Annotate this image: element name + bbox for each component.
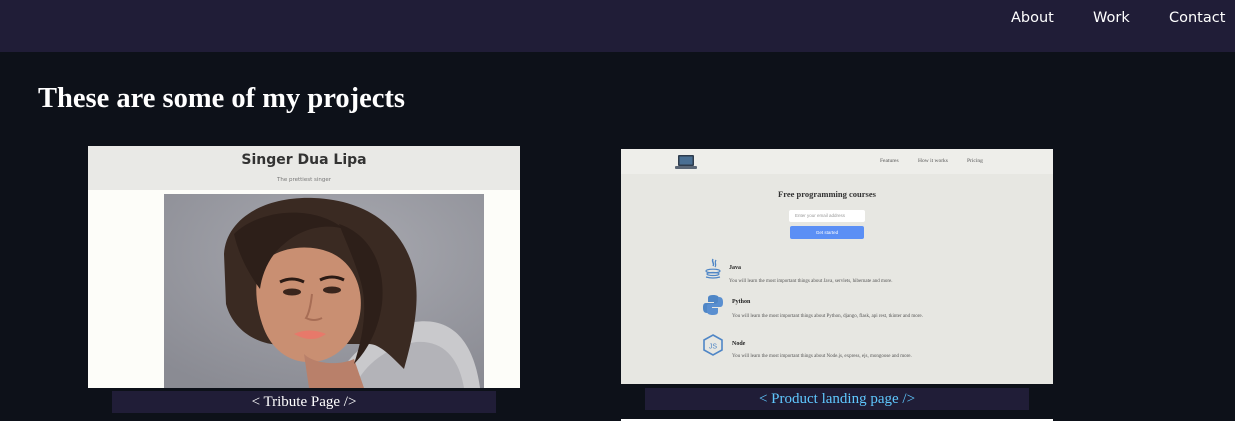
nodejs-icon: JS [703,334,723,356]
product-email-field: Enter your email address [789,210,865,222]
feature-desc-node: You will learn the most important things… [732,354,912,359]
java-icon [705,258,721,279]
feature-title-python: Python [732,299,751,305]
product-nav-pricing: Pricing [967,158,983,164]
svg-text:JS: JS [709,344,718,351]
nav-link-about[interactable]: About [1011,10,1054,26]
tribute-page-thumbnail[interactable]: Singer Dua Lipa The prettiest singer [88,146,520,388]
product-landing-thumbnail[interactable]: Features How it works Pricing Free progr… [621,149,1053,384]
nav-link-contact[interactable]: Contact [1169,10,1225,26]
tribute-subtitle: The prettiest singer [276,177,331,183]
laptop-icon [675,155,697,169]
python-icon [703,295,723,315]
tribute-title: Singer Dua Lipa [241,152,367,168]
tribute-page-caption[interactable]: < Tribute Page /> [112,391,496,413]
tribute-header: Singer Dua Lipa The prettiest singer [88,146,520,190]
navbar: About Work Contact [0,0,1235,52]
feature-title-java: Java [729,265,741,271]
projects-section-title: These are some of my projects [38,83,405,114]
product-get-started-button: Get started [790,226,864,239]
feature-desc-java: You will learn the most important things… [729,279,893,284]
feature-desc-python: You will learn the most important things… [732,314,923,319]
product-landing-caption[interactable]: < Product landing page /> [645,388,1029,410]
product-header: Features How it works Pricing [621,149,1053,174]
product-nav-how-it-works: How it works [918,158,948,164]
nav-link-work[interactable]: Work [1093,10,1130,26]
product-nav-features: Features [880,158,899,164]
product-hero-title: Free programming courses [778,189,876,199]
portrait-photo [164,194,484,388]
feature-title-node: Node [732,341,746,347]
